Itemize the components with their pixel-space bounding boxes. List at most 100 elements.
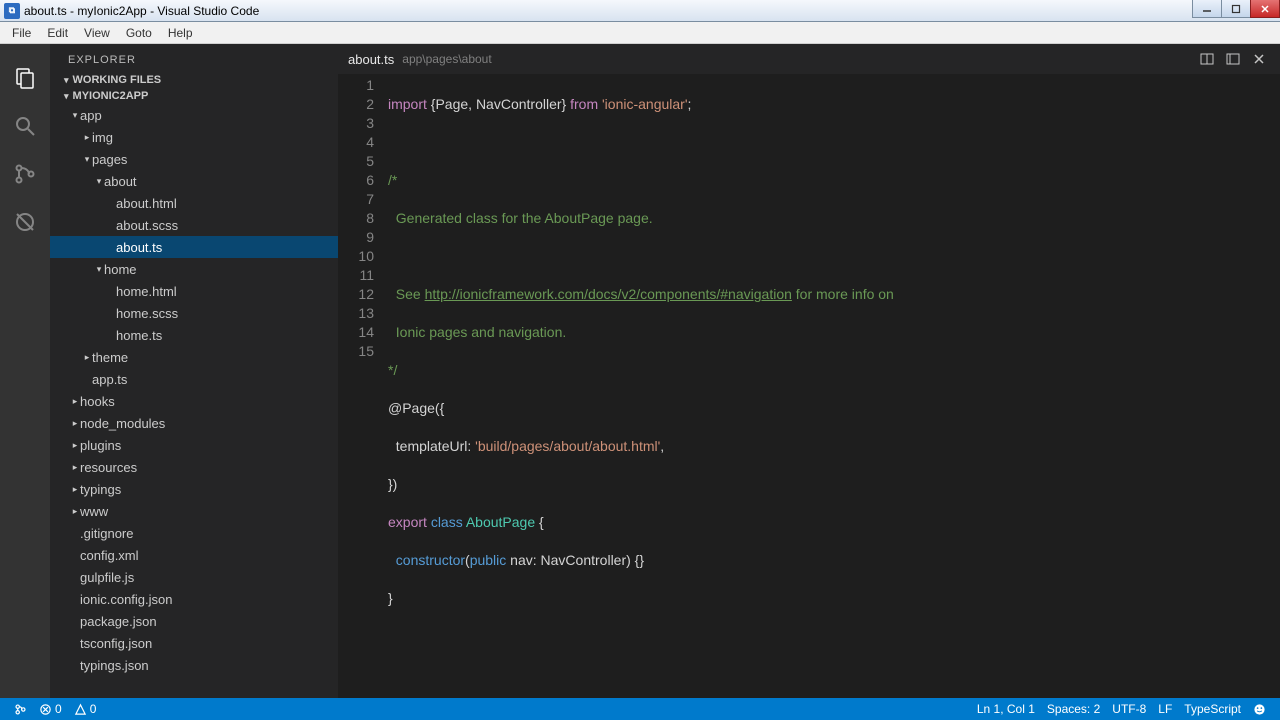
status-warnings[interactable]: 0 [68, 702, 103, 716]
tree-item-label: node_modules [80, 416, 165, 431]
code-editor[interactable]: 123456789101112131415 import {Page, NavC… [338, 74, 1280, 698]
window-title: about.ts - myIonic2App - Visual Studio C… [24, 4, 1193, 18]
twistie-icon: ▾ [94, 264, 104, 275]
status-git-icon[interactable] [8, 703, 33, 716]
tree-item[interactable]: tsconfig.json [50, 632, 338, 654]
tree-item-label: img [92, 130, 113, 145]
tree-item-label: package.json [80, 614, 157, 629]
section-project[interactable]: ▾MYIONIC2APP [50, 88, 338, 104]
tree-item[interactable]: about.ts [50, 236, 338, 258]
twistie-icon: ▸ [70, 440, 80, 451]
tree-item[interactable]: ▸typings [50, 478, 338, 500]
tree-item-label: theme [92, 350, 128, 365]
tree-item-label: www [80, 504, 108, 519]
tree-item[interactable]: .gitignore [50, 522, 338, 544]
tree-item[interactable]: about.scss [50, 214, 338, 236]
tree-item[interactable]: ▾home [50, 258, 338, 280]
tree-item-label: resources [80, 460, 137, 475]
tree-item-label: app [80, 108, 102, 123]
tree-item[interactable]: home.scss [50, 302, 338, 324]
sidebar-title: EXPLORER [50, 44, 338, 72]
window-titlebar: ⧉ about.ts - myIonic2App - Visual Studio… [0, 0, 1280, 22]
tab-filename[interactable]: about.ts [348, 52, 394, 67]
tree-item[interactable]: ▸www [50, 500, 338, 522]
twistie-icon: ▾ [82, 154, 92, 165]
twistie-icon: ▸ [70, 462, 80, 473]
twistie-icon: ▸ [82, 352, 92, 363]
tree-item[interactable]: home.ts [50, 324, 338, 346]
close-tab-button[interactable] [1248, 48, 1270, 70]
status-language[interactable]: TypeScript [1178, 702, 1247, 716]
more-actions-button[interactable] [1222, 48, 1244, 70]
explorer-sidebar: EXPLORER ▾WORKING FILES ▾MYIONIC2APP ▾ap… [50, 44, 338, 698]
menu-edit[interactable]: Edit [39, 24, 76, 42]
menu-file[interactable]: File [4, 24, 39, 42]
status-errors[interactable]: 0 [33, 702, 68, 716]
status-feedback-icon[interactable] [1247, 703, 1272, 716]
activity-debug[interactable] [0, 198, 50, 246]
tree-item-label: gulpfile.js [80, 570, 134, 585]
status-eol[interactable]: LF [1152, 702, 1178, 716]
activity-git[interactable] [0, 150, 50, 198]
twistie-icon: ▾ [94, 176, 104, 187]
menu-goto[interactable]: Goto [118, 24, 160, 42]
tree-item-label: home.ts [116, 328, 162, 343]
tree-item[interactable]: ionic.config.json [50, 588, 338, 610]
tree-item-label: home [104, 262, 137, 277]
tree-item[interactable]: ▾about [50, 170, 338, 192]
maximize-button[interactable] [1221, 0, 1251, 18]
split-editor-button[interactable] [1196, 48, 1218, 70]
menu-view[interactable]: View [76, 24, 118, 42]
minimize-button[interactable] [1192, 0, 1222, 18]
tree-item-label: about.ts [116, 240, 162, 255]
menu-help[interactable]: Help [160, 24, 201, 42]
tree-item[interactable]: ▸plugins [50, 434, 338, 456]
twistie-icon: ▸ [82, 132, 92, 143]
tree-item[interactable]: ▾pages [50, 148, 338, 170]
app-icon: ⧉ [4, 3, 20, 19]
tree-item-label: config.xml [80, 548, 139, 563]
tree-item[interactable]: ▸hooks [50, 390, 338, 412]
status-indent[interactable]: Spaces: 2 [1041, 702, 1106, 716]
tree-item-label: typings.json [80, 658, 149, 673]
tree-item[interactable]: ▸theme [50, 346, 338, 368]
tree-item-label: hooks [80, 394, 115, 409]
file-tree: ▾app▸img▾pages▾aboutabout.htmlabout.scss… [50, 104, 338, 698]
tree-item-label: typings [80, 482, 121, 497]
tree-item-label: home.html [116, 284, 177, 299]
tree-item[interactable]: config.xml [50, 544, 338, 566]
status-encoding[interactable]: UTF-8 [1106, 702, 1152, 716]
tree-item[interactable]: ▸resources [50, 456, 338, 478]
tree-item-label: ionic.config.json [80, 592, 173, 607]
tree-item[interactable]: ▾app [50, 104, 338, 126]
tree-item[interactable]: package.json [50, 610, 338, 632]
activity-explorer[interactable] [0, 54, 50, 102]
tree-item-label: app.ts [92, 372, 127, 387]
tree-item-label: about.html [116, 196, 177, 211]
tree-item[interactable]: about.html [50, 192, 338, 214]
tree-item[interactable]: app.ts [50, 368, 338, 390]
main-area: EXPLORER ▾WORKING FILES ▾MYIONIC2APP ▾ap… [0, 44, 1280, 698]
tree-item-label: plugins [80, 438, 121, 453]
section-working-files[interactable]: ▾WORKING FILES [50, 72, 338, 88]
activity-bar [0, 44, 50, 698]
tree-item[interactable]: typings.json [50, 654, 338, 676]
tree-item[interactable]: ▸node_modules [50, 412, 338, 434]
code-content: import {Page, NavController} from 'ionic… [388, 74, 1280, 698]
status-cursor[interactable]: Ln 1, Col 1 [971, 702, 1041, 716]
tree-item-label: about.scss [116, 218, 178, 233]
window-controls [1193, 0, 1280, 21]
tree-item[interactable]: home.html [50, 280, 338, 302]
close-button[interactable] [1250, 0, 1280, 18]
activity-search[interactable] [0, 102, 50, 150]
twistie-icon: ▸ [70, 484, 80, 495]
twistie-icon: ▾ [70, 110, 80, 121]
twistie-icon: ▸ [70, 418, 80, 429]
tree-item-label: tsconfig.json [80, 636, 152, 651]
tree-item[interactable]: gulpfile.js [50, 566, 338, 588]
tree-item-label: home.scss [116, 306, 178, 321]
line-gutter: 123456789101112131415 [338, 74, 388, 698]
menu-bar: File Edit View Goto Help [0, 22, 1280, 44]
editor-area: about.ts app\pages\about 123456789101112… [338, 44, 1280, 698]
tree-item[interactable]: ▸img [50, 126, 338, 148]
